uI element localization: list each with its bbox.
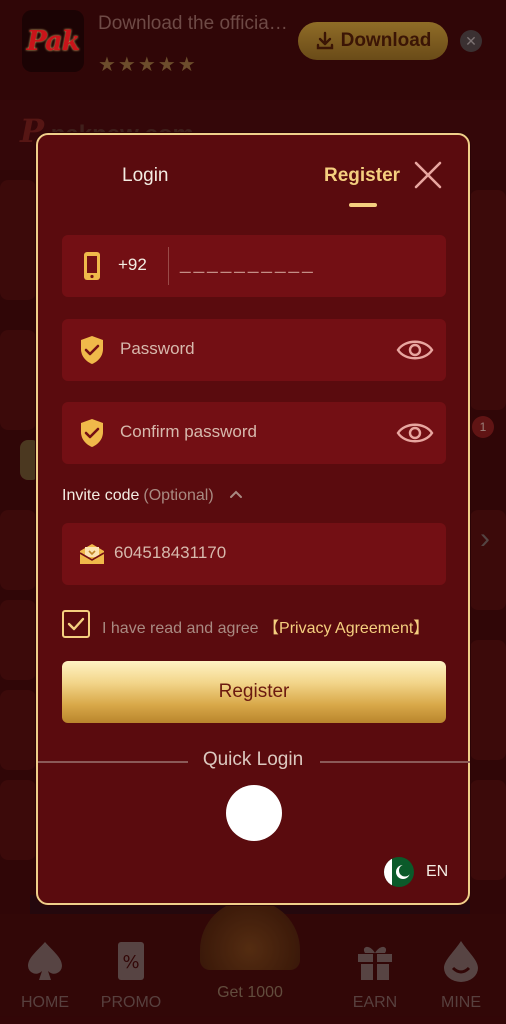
agreement-label: I have read and agree xyxy=(102,620,259,637)
phone-field[interactable]: +92 __________ xyxy=(62,235,446,297)
phone-icon xyxy=(78,251,106,281)
invite-optional-text: (Optional) xyxy=(143,487,214,504)
download-icon xyxy=(316,31,333,50)
country-code[interactable]: +92 xyxy=(118,255,147,275)
app-logo: Pak xyxy=(22,10,84,72)
shield-icon xyxy=(78,418,106,448)
invite-code-label[interactable]: Invite code (Optional) xyxy=(62,487,214,505)
invite-label-text: Invite code xyxy=(62,487,140,504)
modal-close-button[interactable] xyxy=(412,159,444,191)
close-icon xyxy=(414,161,442,189)
confirm-password-field[interactable]: Confirm password xyxy=(62,402,446,464)
tab-register[interactable]: Register xyxy=(324,165,400,187)
banner-text: Download the official app xyxy=(98,13,288,34)
field-divider xyxy=(168,247,169,285)
banner-close-button[interactable]: ✕ xyxy=(460,30,482,52)
confirm-password-input[interactable]: Confirm password xyxy=(120,422,257,442)
invite-code-input[interactable]: 604518431170 xyxy=(114,543,226,563)
register-modal: Login Register +92 __________ Password C… xyxy=(36,133,470,905)
rating-stars: ★★★★★ xyxy=(98,54,198,76)
register-button[interactable]: Register xyxy=(62,661,446,723)
language-label: EN xyxy=(426,863,449,880)
app-logo-text: Pak xyxy=(26,25,81,57)
language-selector[interactable]: EN xyxy=(384,857,448,887)
password-input[interactable]: Password xyxy=(120,339,195,359)
eye-icon[interactable] xyxy=(396,418,434,448)
password-field[interactable]: Password xyxy=(62,319,446,381)
quick-login-button[interactable] xyxy=(226,785,282,841)
download-label: Download xyxy=(340,30,432,51)
app-download-banner: Pak Download the official app ★★★★★ Down… xyxy=(0,0,506,84)
mail-icon xyxy=(78,539,106,569)
checkmark-icon xyxy=(67,617,85,631)
download-button[interactable]: Download xyxy=(298,22,448,60)
close-icon: ✕ xyxy=(465,32,477,49)
tab-login[interactable]: Login xyxy=(122,165,169,187)
invite-code-field[interactable]: 604518431170 xyxy=(62,523,446,585)
quick-login-label: Quick Login xyxy=(202,749,304,770)
divider-line xyxy=(320,761,470,763)
privacy-agreement-link[interactable]: 【Privacy Agreement】 xyxy=(263,620,429,637)
phone-input[interactable]: __________ xyxy=(180,253,316,275)
shield-icon xyxy=(78,335,106,365)
agreement-text: I have read and agree 【Privacy Agreement… xyxy=(102,614,429,638)
agree-checkbox[interactable] xyxy=(62,610,90,638)
eye-icon[interactable] xyxy=(396,335,434,365)
chevron-up-icon[interactable] xyxy=(228,486,244,502)
pakistan-flag-icon xyxy=(384,857,414,887)
active-tab-indicator xyxy=(349,203,377,207)
